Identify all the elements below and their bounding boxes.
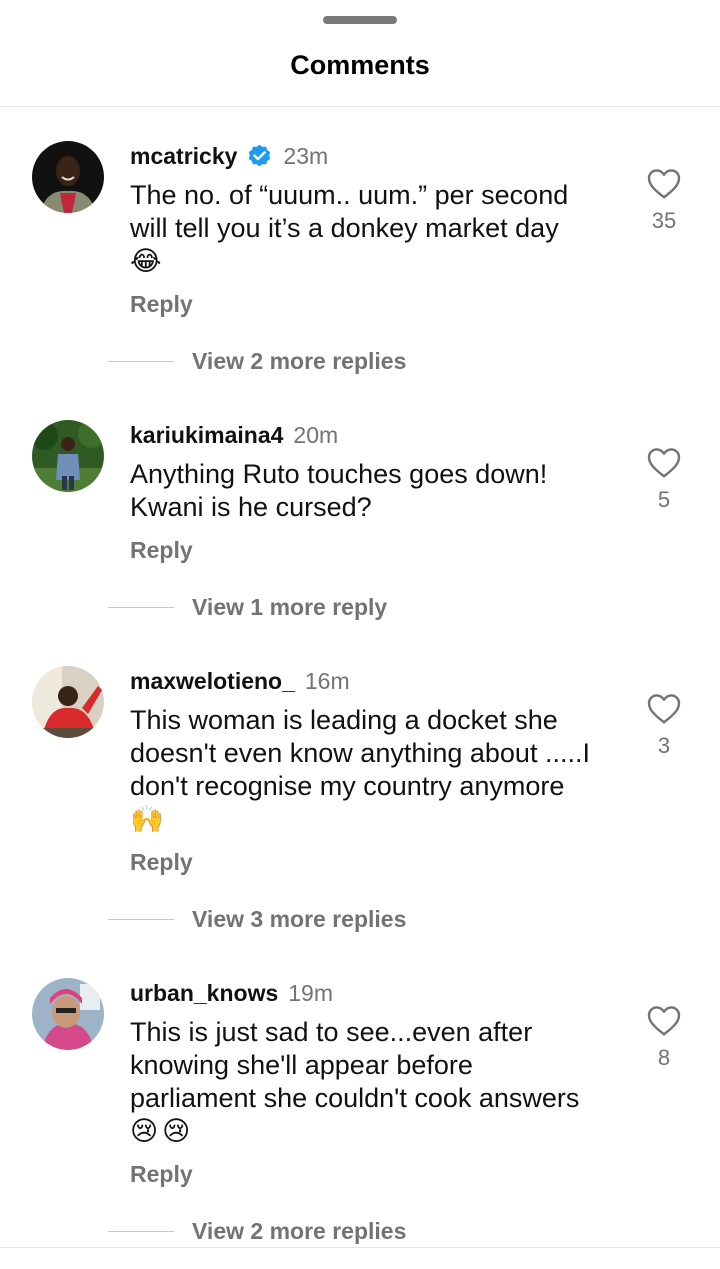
view-more-replies[interactable]: View 2 more replies <box>108 1216 406 1246</box>
view-more-replies-label: View 1 more reply <box>192 593 388 620</box>
comment-text-line: Anything Ruto touches goes down! <box>130 459 548 489</box>
comment-text: This is just sad to see...even after kno… <box>130 1016 610 1148</box>
comment-time: 23m <box>283 142 329 169</box>
emoji-line: 😂 <box>130 245 610 278</box>
laughing-emoji: 😂 <box>130 246 162 276</box>
comment-text: This woman is leading a docket she doesn… <box>130 704 610 836</box>
avatar[interactable] <box>32 978 104 1050</box>
reply-button[interactable]: Reply <box>130 537 193 564</box>
comment-text-line: This is just sad to see...even after <box>130 1017 533 1047</box>
comment-meta: urban_knows 19m <box>130 978 333 1008</box>
crying-emoji: 😢 <box>130 1116 159 1146</box>
avatar[interactable] <box>32 420 104 492</box>
heart-outline-icon[interactable] <box>646 445 682 479</box>
comment-time: 19m <box>288 979 334 1006</box>
comment-text-line: Kwani is he cursed? <box>130 492 372 522</box>
emoji-line: 😢 😢 <box>130 1115 610 1148</box>
like-control: 35 <box>640 166 688 234</box>
comment-meta: mcatricky 23m <box>130 141 328 171</box>
comment-time: 20m <box>293 421 339 448</box>
comment-text-line: will tell you it’s a donkey market day <box>130 213 559 243</box>
comment-meta: kariukimaina4 20m <box>130 420 338 450</box>
heart-outline-icon[interactable] <box>646 166 682 200</box>
comment-text: The no. of “uuum.. uum.” per second will… <box>130 179 610 278</box>
reply-button[interactable]: Reply <box>130 849 193 876</box>
thread-line <box>108 918 174 920</box>
heart-outline-icon[interactable] <box>646 691 682 725</box>
comment-text: Anything Ruto touches goes down! Kwani i… <box>130 458 610 524</box>
username[interactable]: kariukimaina4 <box>130 422 283 449</box>
avatar[interactable] <box>32 141 104 213</box>
like-control: 3 <box>640 691 688 759</box>
raised-hands-emoji: 🙌 <box>130 804 164 834</box>
like-count: 5 <box>657 487 671 512</box>
comment-text-line: parliament she couldn't cook answers <box>130 1083 580 1113</box>
sheet-title: Comments <box>290 50 430 80</box>
crying-emoji: 😢 <box>162 1116 191 1146</box>
thread-line <box>108 1230 174 1232</box>
verified-badge-icon <box>246 143 273 170</box>
username[interactable]: urban_knows <box>130 980 278 1007</box>
comment-text-line: The no. of “uuum.. uum.” per second <box>130 180 569 210</box>
like-count: 35 <box>651 208 677 233</box>
reply-button[interactable]: Reply <box>130 291 193 318</box>
emoji-line: 🙌 <box>130 803 610 836</box>
header-divider <box>0 106 720 107</box>
heart-outline-icon[interactable] <box>646 1003 682 1037</box>
comment-text-line: knowing she'll appear before <box>130 1050 473 1080</box>
view-more-replies-label: View 3 more replies <box>192 905 407 932</box>
like-count: 3 <box>657 733 671 758</box>
comments-sheet: Comments mcatricky 23m The no. of “uuum.… <box>0 0 720 1269</box>
comment-text-line: This woman is leading a docket she <box>130 705 558 735</box>
view-more-replies[interactable]: View 3 more replies <box>108 904 406 934</box>
view-more-replies-label: View 2 more replies <box>192 347 407 374</box>
like-count: 8 <box>657 1045 671 1070</box>
thread-line <box>108 606 174 608</box>
comment-text-line: don't recognise my country anymore <box>130 771 565 801</box>
bottom-divider <box>0 1247 720 1248</box>
username[interactable]: mcatricky <box>130 143 237 170</box>
like-control: 5 <box>640 445 688 513</box>
username[interactable]: maxwelotieno_ <box>130 668 295 695</box>
thread-line <box>108 360 174 362</box>
avatar[interactable] <box>32 666 104 738</box>
comment-text-line: doesn't even know anything about .....I <box>130 738 590 768</box>
drag-handle[interactable] <box>323 16 397 24</box>
view-more-replies-label: View 2 more replies <box>192 1217 407 1244</box>
reply-button[interactable]: Reply <box>130 1161 193 1188</box>
comment-time: 16m <box>304 667 350 694</box>
comment-meta: maxwelotieno_ 16m <box>130 666 350 696</box>
like-control: 8 <box>640 1003 688 1071</box>
view-more-replies[interactable]: View 2 more replies <box>108 346 406 376</box>
view-more-replies[interactable]: View 1 more reply <box>108 592 387 622</box>
